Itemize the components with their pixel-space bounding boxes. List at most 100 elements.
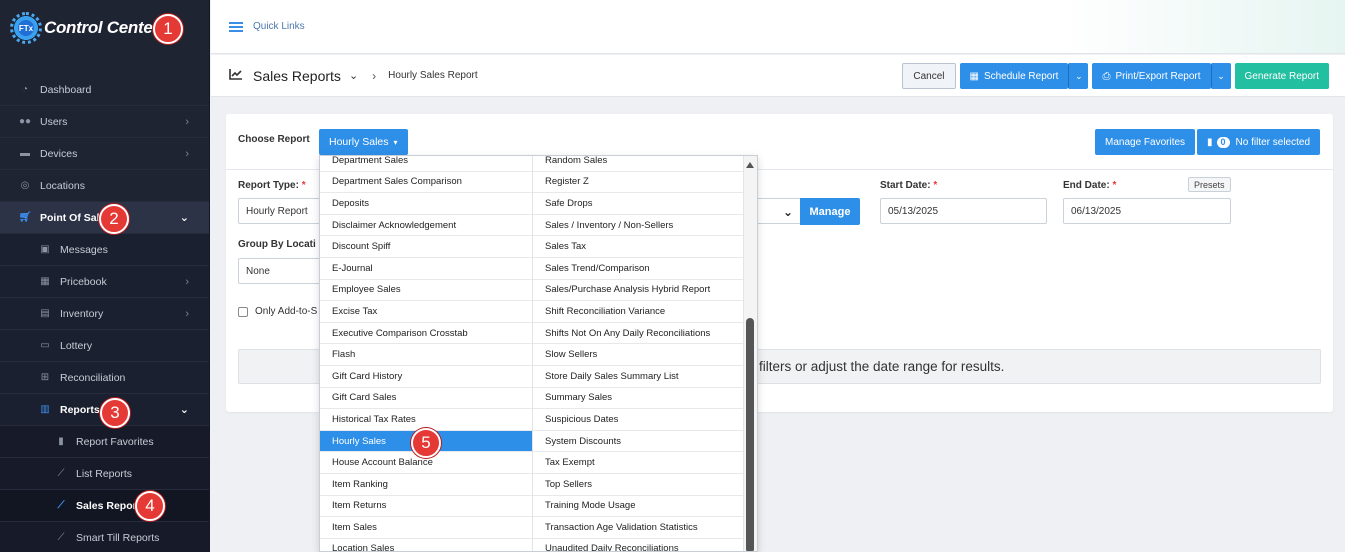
inventory-icon: ▤ <box>40 308 50 319</box>
printer-icon: ⎙ <box>1102 70 1111 82</box>
chevron-right-icon: › <box>185 275 189 288</box>
dropdown-option[interactable]: Top Sellers <box>533 474 745 496</box>
dropdown-option[interactable]: Random Sales <box>533 156 745 172</box>
dropdown-option[interactable]: Slow Sellers <box>533 344 745 366</box>
sidebar-item-locations[interactable]: ◎ Locations <box>0 170 209 202</box>
dropdown-option[interactable]: Excise Tax <box>320 301 532 323</box>
dropdown-option[interactable]: Disclaimer Acknowledgement <box>320 215 532 237</box>
filter-text: No filter selected <box>1235 136 1311 148</box>
sidebar-item-users[interactable]: ●● Users › <box>0 106 209 138</box>
schedule-report-button[interactable]: ▦ Schedule Report <box>959 63 1069 89</box>
start-date-label: Start Date: * <box>880 180 937 191</box>
line-chart-icon: ⟋ <box>57 532 65 543</box>
report-type-select[interactable]: Hourly Report <box>238 198 328 224</box>
dropdown-option[interactable]: Store Daily Sales Summary List <box>533 366 745 388</box>
sidebar-item-smart-till-reports[interactable]: ⟋ Smart Till Reports <box>0 522 209 552</box>
dropdown-option[interactable]: Safe Drops <box>533 193 745 215</box>
bar-chart-icon: ▥ <box>40 404 50 415</box>
print-dropdown-toggle[interactable]: ⌄ <box>1210 63 1231 89</box>
dropdown-option[interactable]: Summary Sales <box>533 388 745 410</box>
dropdown-option[interactable]: Sales/Purchase Analysis Hybrid Report <box>533 280 745 302</box>
start-date-input[interactable]: 05/13/2025 <box>880 198 1047 224</box>
quick-links[interactable]: Quick Links <box>253 21 305 32</box>
dropdown-option[interactable]: System Discounts <box>533 431 745 453</box>
sidebar: FTx Control Center ◔ Dashboard ●● Users … <box>0 0 210 552</box>
cart-icon: 🛒︎ <box>18 212 32 223</box>
dropdown-option[interactable]: Discount Spiff <box>320 236 532 258</box>
step-badge-2: 2 <box>99 204 129 234</box>
print-export-button[interactable]: ⎙ Print/Export Report <box>1092 63 1211 89</box>
filter-count-badge: 0 <box>1216 136 1230 148</box>
sidebar-item-label: Messages <box>60 243 108 256</box>
sidebar-item-label: Lottery <box>60 339 93 352</box>
dropdown-option[interactable]: Item Sales <box>320 517 532 539</box>
group-by-select[interactable]: None <box>238 258 328 284</box>
manage-favorites-button[interactable]: Manage Favorites <box>1095 129 1196 155</box>
dropdown-option[interactable]: Training Mode Usage <box>533 496 745 518</box>
chevron-down-icon[interactable]: ⌄ <box>349 69 358 82</box>
scroll-thumb[interactable] <box>746 318 754 551</box>
print-export-group: ⎙ Print/Export Report ⌄ <box>1092 63 1231 89</box>
dropdown-option[interactable]: Employee Sales <box>320 280 532 302</box>
generate-report-button[interactable]: Generate Report <box>1234 63 1329 89</box>
report-type-label-text: Report Type: <box>238 180 299 191</box>
choose-report-label: Choose Report <box>238 134 310 145</box>
step-badge-3: 3 <box>100 398 130 428</box>
sidebar-item-reconciliation[interactable]: ⊞ Reconciliation <box>0 362 209 394</box>
schedule-label: Schedule Report <box>983 70 1059 82</box>
dropdown-option[interactable]: Flash <box>320 344 532 366</box>
dropdown-option[interactable]: Department Sales <box>320 156 532 172</box>
required-mark: * <box>1112 180 1117 191</box>
dropdown-option[interactable]: Shift Reconciliation Variance <box>533 301 745 323</box>
sidebar-item-label: Users <box>40 115 68 128</box>
sidebar-item-devices[interactable]: ▬ Devices › <box>0 138 209 170</box>
dropdown-option[interactable]: Item Returns <box>320 496 532 518</box>
dropdown-option[interactable]: Sales Trend/Comparison <box>533 258 745 280</box>
manage-button[interactable]: Manage <box>800 198 860 225</box>
scroll-up-icon[interactable] <box>746 162 754 168</box>
dropdown-option[interactable]: Sales Tax <box>533 236 745 258</box>
dropdown-option[interactable]: E-Journal <box>320 258 532 280</box>
dropdown-option[interactable]: Register Z <box>533 172 745 194</box>
dropdown-scrollbar[interactable] <box>743 156 757 551</box>
chevron-right-icon: › <box>185 115 189 128</box>
dropdown-option[interactable]: Gift Card History <box>320 366 532 388</box>
dropdown-option[interactable]: Executive Comparison Crosstab <box>320 323 532 345</box>
presets-button[interactable]: Presets <box>1188 177 1231 192</box>
sidebar-item-inventory[interactable]: ▤ Inventory › <box>0 298 209 330</box>
only-add-to-checkbox-row[interactable]: Only Add-to-S <box>238 306 317 317</box>
dropdown-option[interactable]: Department Sales Comparison <box>320 172 532 194</box>
sidebar-item-label: Devices <box>40 147 78 160</box>
sidebar-item-sales-reports[interactable]: ⟋ Sales Reports <box>0 490 209 522</box>
dropdown-option[interactable]: Unaudited Daily Reconciliations <box>533 539 745 551</box>
line-chart-icon: ⟋ <box>57 468 65 479</box>
sidebar-item-report-favorites[interactable]: ▮ Report Favorites <box>0 426 209 458</box>
sidebar-item-dashboard[interactable]: ◔ Dashboard <box>0 74 209 106</box>
dropdown-option[interactable]: Location Sales <box>320 539 532 551</box>
sidebar-item-list-reports[interactable]: ⟋ List Reports <box>0 458 209 490</box>
dropdown-option[interactable]: Tax Exempt <box>533 452 745 474</box>
dashboard-icon: ◔ <box>21 84 29 95</box>
dropdown-option[interactable]: Item Ranking <box>320 474 532 496</box>
end-date-input[interactable]: 06/13/2025 <box>1063 198 1231 224</box>
sidebar-nav: ◔ Dashboard ●● Users › ▬ Devices › ◎ Loc… <box>0 74 209 552</box>
sidebar-item-label: Reports <box>60 403 100 416</box>
dropdown-option[interactable]: Suspicious Dates <box>533 409 745 431</box>
dropdown-option[interactable]: Deposits <box>320 193 532 215</box>
cancel-button[interactable]: Cancel <box>902 63 956 89</box>
page-title[interactable]: Sales Reports <box>253 68 341 84</box>
sidebar-item-messages[interactable]: ▣ Messages <box>0 234 209 266</box>
sidebar-item-label: Point Of Sale <box>40 211 106 224</box>
chevron-right-icon: › <box>372 68 377 83</box>
dropdown-option[interactable]: Transaction Age Validation Statistics <box>533 517 745 539</box>
sidebar-item-lottery[interactable]: ▭ Lottery <box>0 330 209 362</box>
dropdown-option[interactable]: Shifts Not On Any Daily Reconciliations <box>533 323 745 345</box>
choose-report-dropdown[interactable]: Hourly Sales ▾ <box>319 129 408 155</box>
dropdown-option[interactable]: Gift Card Sales <box>320 388 532 410</box>
filter-button[interactable]: ▮ 0 No filter selected <box>1197 129 1321 155</box>
menu-icon[interactable] <box>229 21 243 32</box>
only-add-checkbox[interactable] <box>238 306 248 317</box>
dropdown-option[interactable]: Sales / Inventory / Non-Sellers <box>533 215 745 237</box>
schedule-dropdown-toggle[interactable]: ⌄ <box>1068 63 1089 89</box>
sidebar-item-pricebook[interactable]: ▦ Pricebook › <box>0 266 209 298</box>
